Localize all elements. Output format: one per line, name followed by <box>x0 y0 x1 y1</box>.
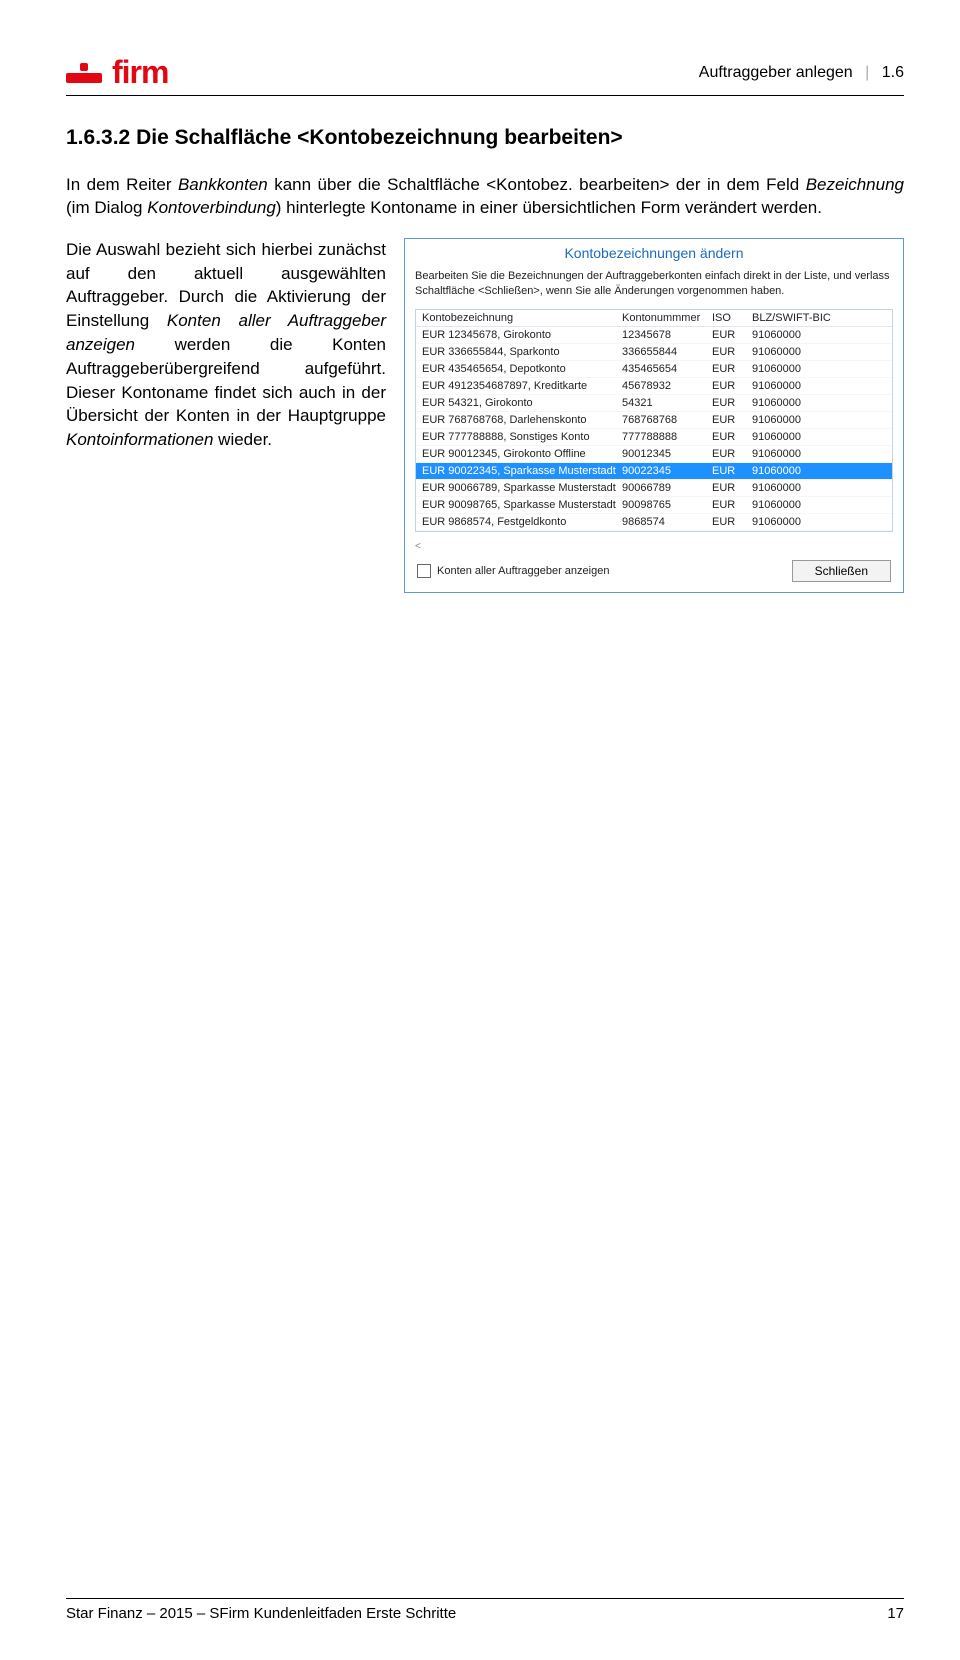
dialog-description: Bearbeiten Sie die Bezeichnungen der Auf… <box>405 265 903 309</box>
cell-name: EUR 9868574, Festgeldkonto <box>422 516 622 528</box>
cell-name: EUR 90022345, Sparkasse Musterstadt <box>422 465 622 477</box>
cell-num: 45678932 <box>622 380 712 392</box>
logo-text: firm <box>112 54 168 91</box>
checkbox-label: Konten aller Auftraggeber anzeigen <box>437 565 609 577</box>
section-heading: 1.6.3.2 Die Schalfläche <Kontobezeichnun… <box>66 126 904 150</box>
breadcrumb-title: Auftraggeber anlegen <box>699 64 853 81</box>
table-row[interactable]: EUR 90066789, Sparkasse Musterstadt90066… <box>416 480 892 497</box>
explanation-paragraph: Die Auswahl bezieht sich hierbei zunächs… <box>66 238 386 452</box>
cell-name: EUR 768768768, Darlehenskonto <box>422 414 622 426</box>
cell-iso: EUR <box>712 448 752 460</box>
page-number: 17 <box>887 1605 904 1622</box>
cell-iso: EUR <box>712 363 752 375</box>
cell-blz: 91060000 <box>752 499 832 511</box>
logo: firm <box>66 54 168 91</box>
table-row[interactable]: EUR 90022345, Sparkasse Musterstadt90022… <box>416 463 892 480</box>
cell-name: EUR 336655844, Sparkonto <box>422 346 622 358</box>
table-row[interactable]: EUR 777788888, Sonstiges Konto777788888E… <box>416 429 892 446</box>
cell-name: EUR 777788888, Sonstiges Konto <box>422 431 622 443</box>
cell-num: 768768768 <box>622 414 712 426</box>
footer-rule <box>66 1598 904 1599</box>
table-row[interactable]: EUR 54321, Girokonto54321EUR91060000 <box>416 395 892 412</box>
cell-num: 9868574 <box>622 516 712 528</box>
show-all-accounts-checkbox[interactable]: Konten aller Auftraggeber anzeigen <box>417 564 609 578</box>
cell-blz: 91060000 <box>752 346 832 358</box>
close-button[interactable]: Schließen <box>792 560 891 582</box>
cell-num: 777788888 <box>622 431 712 443</box>
dialog-screenshot: Kontobezeichnungen ändern Bearbeiten Sie… <box>404 238 904 593</box>
cell-blz: 91060000 <box>752 482 832 494</box>
header-rule <box>66 95 904 96</box>
cell-num: 54321 <box>622 397 712 409</box>
cell-blz: 91060000 <box>752 397 832 409</box>
col-blz[interactable]: BLZ/SWIFT-BIC <box>752 312 832 324</box>
table-row[interactable]: EUR 336655844, Sparkonto336655844EUR9106… <box>416 344 892 361</box>
table-row[interactable]: EUR 768768768, Darlehenskonto768768768EU… <box>416 412 892 429</box>
grid-header-row: Kontobezeichnung Kontonummmer ISO BLZ/SW… <box>416 310 892 327</box>
cell-iso: EUR <box>712 516 752 528</box>
cell-iso: EUR <box>712 380 752 392</box>
cell-blz: 91060000 <box>752 380 832 392</box>
cell-iso: EUR <box>712 397 752 409</box>
table-row[interactable]: EUR 435465654, Depotkonto435465654EUR910… <box>416 361 892 378</box>
cell-num: 90066789 <box>622 482 712 494</box>
table-row[interactable]: EUR 12345678, Girokonto12345678EUR910600… <box>416 327 892 344</box>
cell-iso: EUR <box>712 346 752 358</box>
cell-iso: EUR <box>712 482 752 494</box>
cell-blz: 91060000 <box>752 431 832 443</box>
cell-blz: 91060000 <box>752 414 832 426</box>
cell-num: 90012345 <box>622 448 712 460</box>
cell-iso: EUR <box>712 414 752 426</box>
accounts-grid: Kontobezeichnung Kontonummmer ISO BLZ/SW… <box>415 309 893 532</box>
cell-iso: EUR <box>712 329 752 341</box>
sparkasse-s-icon <box>66 63 102 83</box>
col-kontobezeichnung[interactable]: Kontobezeichnung <box>422 312 622 324</box>
cell-iso: EUR <box>712 431 752 443</box>
cell-name: EUR 90012345, Girokonto Offline <box>422 448 622 460</box>
col-iso[interactable]: ISO <box>712 312 752 324</box>
cell-iso: EUR <box>712 499 752 511</box>
cell-name: EUR 90066789, Sparkasse Musterstadt <box>422 482 622 494</box>
breadcrumb-section: 1.6 <box>882 64 904 81</box>
cell-num: 90022345 <box>622 465 712 477</box>
table-row[interactable]: EUR 9868574, Festgeldkonto9868574EUR9106… <box>416 514 892 531</box>
cell-blz: 91060000 <box>752 516 832 528</box>
cell-blz: 91060000 <box>752 448 832 460</box>
checkbox-icon <box>417 564 431 578</box>
table-row[interactable]: EUR 4912354687897, Kreditkarte45678932EU… <box>416 378 892 395</box>
breadcrumb-separator: | <box>857 64 877 81</box>
cell-blz: 91060000 <box>752 465 832 477</box>
cell-num: 90098765 <box>622 499 712 511</box>
cell-name: EUR 90098765, Sparkasse Musterstadt <box>422 499 622 511</box>
cell-blz: 91060000 <box>752 363 832 375</box>
cell-num: 12345678 <box>622 329 712 341</box>
footer-text: Star Finanz – 2015 – SFirm Kundenleitfad… <box>66 1605 456 1622</box>
table-row[interactable]: EUR 90012345, Girokonto Offline90012345E… <box>416 446 892 463</box>
breadcrumb: Auftraggeber anlegen | 1.6 <box>699 64 904 82</box>
dialog-title: Kontobezeichnungen ändern <box>405 239 903 265</box>
cell-iso: EUR <box>712 465 752 477</box>
scrollbar-left-icon[interactable]: < <box>405 538 903 554</box>
table-row[interactable]: EUR 90098765, Sparkasse Musterstadt90098… <box>416 497 892 514</box>
cell-blz: 91060000 <box>752 329 832 341</box>
cell-name: EUR 435465654, Depotkonto <box>422 363 622 375</box>
cell-name: EUR 12345678, Girokonto <box>422 329 622 341</box>
intro-paragraph: In dem Reiter Bankkonten kann über die S… <box>66 174 904 220</box>
cell-num: 435465654 <box>622 363 712 375</box>
cell-num: 336655844 <box>622 346 712 358</box>
cell-name: EUR 54321, Girokonto <box>422 397 622 409</box>
cell-name: EUR 4912354687897, Kreditkarte <box>422 380 622 392</box>
col-kontonummer[interactable]: Kontonummmer <box>622 312 712 324</box>
